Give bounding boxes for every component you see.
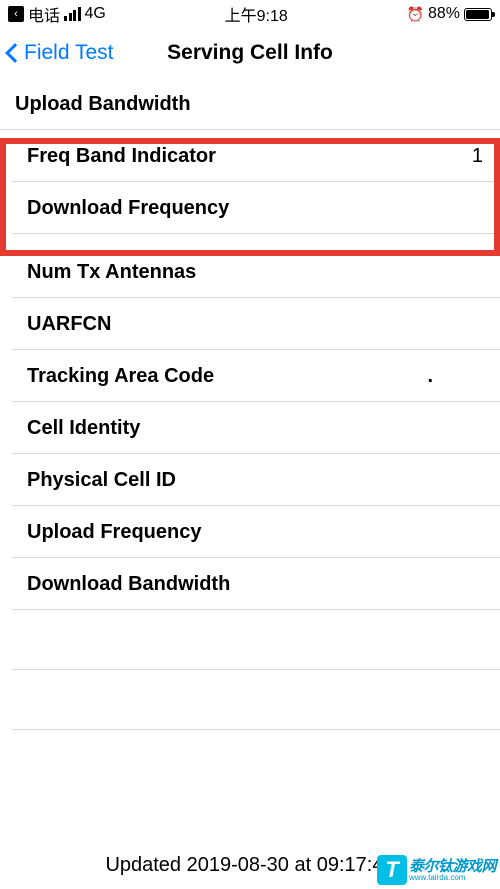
watermark: T 泰尔钛游戏网 www.tairda.com	[377, 855, 496, 885]
row-label: Upload Bandwidth	[15, 93, 191, 116]
row-value: 1	[472, 145, 485, 168]
row-label: Num Tx Antennas	[27, 261, 196, 284]
signal-icon	[64, 7, 81, 21]
network-label: 4G	[85, 5, 106, 23]
carrier-label: 电话	[28, 2, 60, 26]
battery-pct: 88%	[428, 5, 460, 23]
row-label: Upload Frequency	[27, 521, 201, 544]
list-item[interactable]: Download Bandwidth	[12, 558, 500, 610]
alarm-icon: ⏰	[407, 6, 424, 23]
page-title: Serving Cell Info	[167, 41, 333, 65]
chevron-left-icon	[5, 43, 25, 63]
watermark-url: www.tairda.com	[409, 874, 496, 882]
watermark-logo: T	[377, 855, 407, 885]
list-item[interactable]: UARFCN	[12, 298, 500, 350]
list-item[interactable]: Physical Cell ID	[12, 454, 500, 506]
list-item[interactable]: Freq Band Indicator 1	[12, 130, 500, 182]
row-value: .	[427, 365, 435, 388]
list-item[interactable]: Download Frequency	[12, 182, 500, 234]
nav-bar: Field Test Serving Cell Info	[0, 28, 500, 78]
list-item	[12, 610, 500, 670]
row-label: Freq Band Indicator	[27, 145, 216, 168]
back-app-icon[interactable]: ‹	[8, 6, 24, 22]
row-label: Physical Cell ID	[27, 469, 176, 492]
row-label: Download Bandwidth	[27, 573, 230, 596]
list-item[interactable]: Tracking Area Code .	[12, 350, 500, 402]
settings-list: Upload Bandwidth Freq Band Indicator 1 D…	[0, 78, 500, 730]
list-item[interactable]: Upload Frequency	[12, 506, 500, 558]
back-label: Field Test	[24, 41, 114, 65]
row-label: Cell Identity	[27, 417, 140, 440]
row-label: Download Frequency	[27, 197, 229, 220]
list-item[interactable]: Upload Bandwidth	[0, 78, 500, 130]
row-label: Tracking Area Code	[27, 365, 214, 388]
list-item	[12, 670, 500, 730]
list-item[interactable]: Cell Identity	[12, 402, 500, 454]
back-button[interactable]: Field Test	[8, 41, 114, 65]
row-label: UARFCN	[27, 313, 111, 336]
clock: 上午9:18	[225, 2, 288, 26]
watermark-brand: 泰尔钛游戏网	[409, 859, 496, 874]
battery-icon	[464, 8, 492, 21]
list-item[interactable]: Num Tx Antennas	[12, 246, 500, 298]
status-bar: ‹ 电话 4G 上午9:18 ⏰ 88%	[0, 0, 500, 28]
